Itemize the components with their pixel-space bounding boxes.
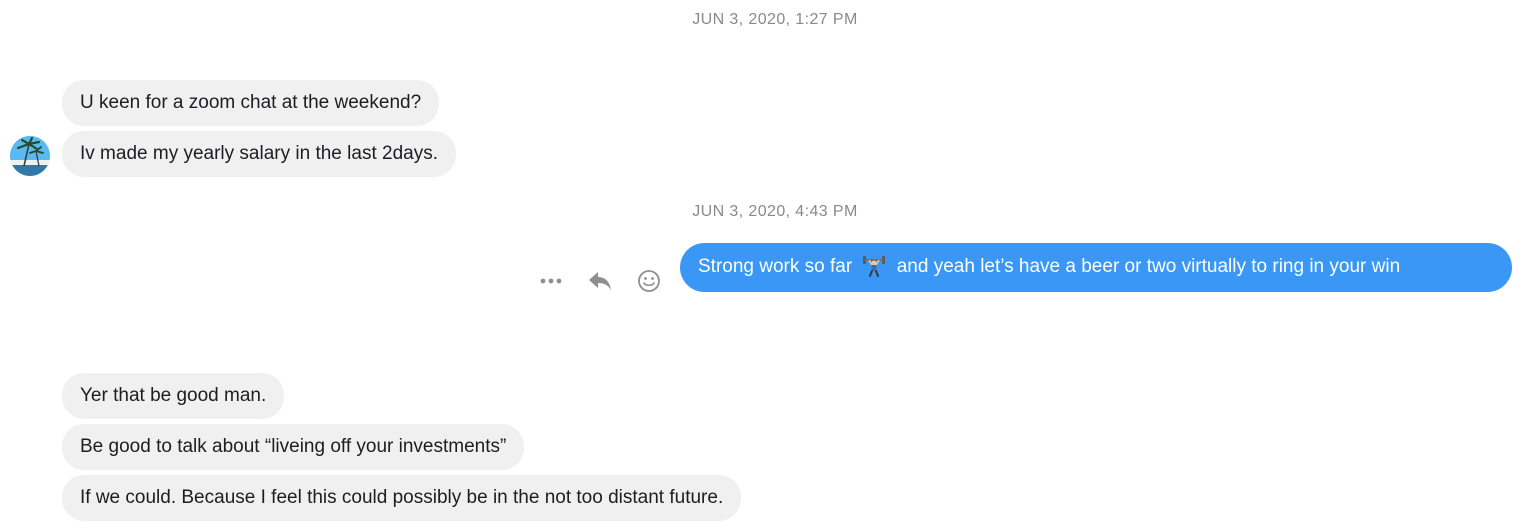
- timestamp: JUN 3, 2020, 4:43 PM: [692, 203, 858, 220]
- reply-icon[interactable]: [584, 266, 616, 296]
- contact-avatar[interactable]: [10, 136, 50, 176]
- incoming-message[interactable]: Be good to talk about “liveing off your …: [62, 424, 525, 470]
- message-actions: [535, 266, 665, 296]
- message-thread: JUN 3, 2020, 1:27 PM U keen for a zoom c…: [0, 0, 1524, 522]
- incoming-message[interactable]: Yer that be good man.: [62, 373, 285, 419]
- incoming-message[interactable]: Iv made my yearly salary in the last 2da…: [62, 131, 456, 177]
- more-icon[interactable]: [535, 266, 567, 296]
- timestamp: JUN 3, 2020, 1:27 PM: [692, 11, 858, 28]
- incoming-message[interactable]: If we could. Because I feel this could p…: [62, 475, 742, 521]
- weightlifter-emoji-icon: [861, 253, 887, 277]
- react-icon[interactable]: [633, 266, 665, 296]
- beach-photo-icon: [10, 136, 50, 176]
- outgoing-message[interactable]: Strong work so far and yeah let’s have a…: [680, 243, 1512, 292]
- outgoing-message-text: and yeah let’s have a beer or two virtua…: [896, 256, 1401, 277]
- incoming-message[interactable]: U keen for a zoom chat at the weekend?: [62, 80, 440, 126]
- outgoing-message-text: Strong work so far: [698, 256, 853, 277]
